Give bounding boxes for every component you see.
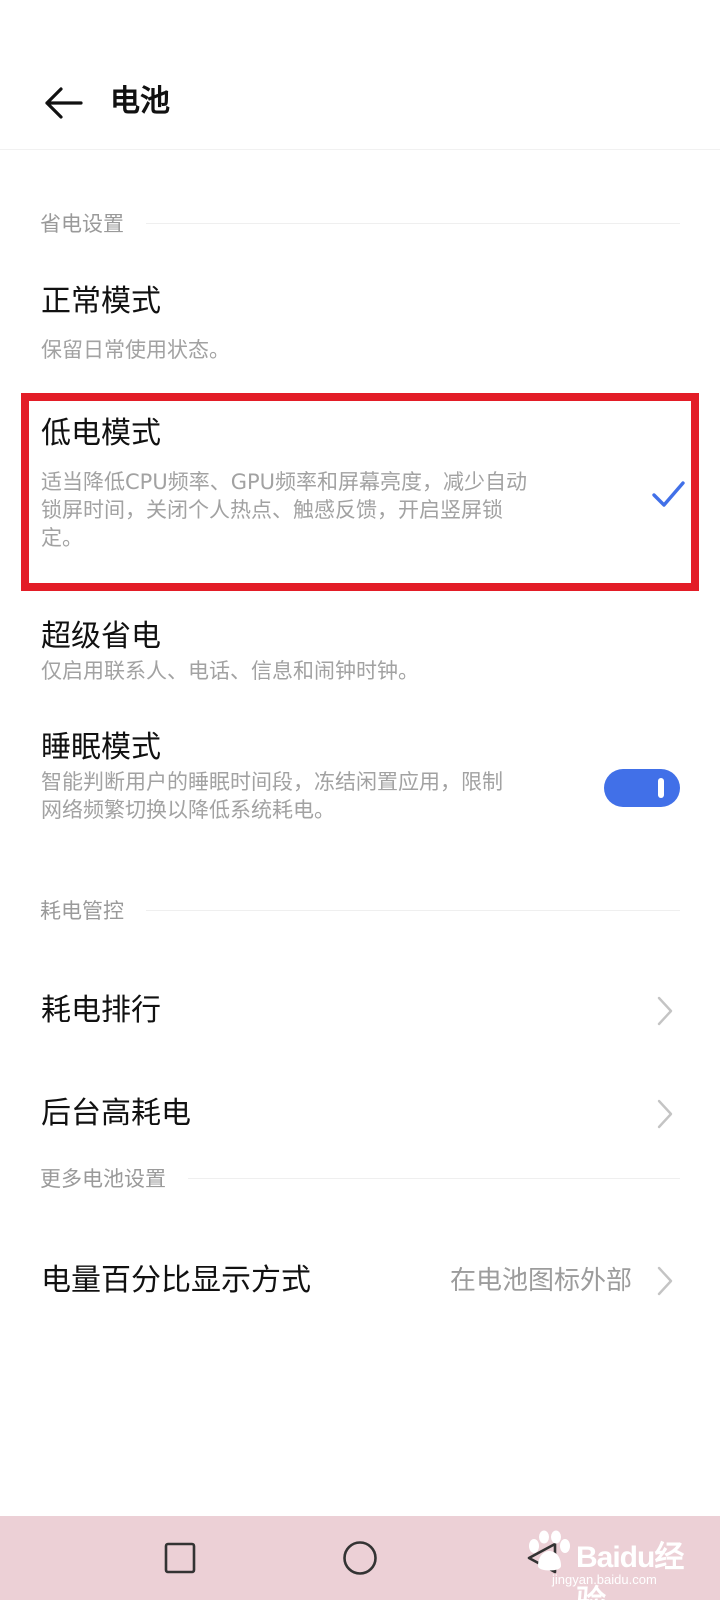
arrow-left-icon <box>45 87 83 119</box>
home-button[interactable] <box>336 1534 384 1582</box>
row-title: 耗电排行 <box>41 993 161 1028</box>
highlight-annotation-box <box>21 393 699 591</box>
mode-description: 仅启用联系人、电话、信息和闹钟时钟。 <box>41 659 419 683</box>
app-header: 电池 <box>0 0 720 150</box>
mode-title: 睡眠模式 <box>41 730 161 765</box>
mode-option-normal[interactable]: 正常模式 保留日常使用状态。 <box>0 270 720 380</box>
chevron-right-icon <box>657 1266 673 1296</box>
baidu-watermark-logo: Baidu经验 jingyan.baidu.com <box>522 1528 692 1600</box>
row-value: 在电池图标外部 <box>449 1266 632 1296</box>
mode-description: 保留日常使用状态。 <box>41 338 230 362</box>
system-navigation-bar: Baidu经验 jingyan.baidu.com <box>0 1516 720 1600</box>
section-header-more-settings: 更多电池设置 <box>40 1158 680 1198</box>
sleep-mode-toggle[interactable] <box>604 769 680 807</box>
page-title: 电池 <box>110 84 170 119</box>
row-consumption-ranking[interactable]: 耗电排行 <box>0 966 720 1056</box>
toggle-knob <box>658 778 664 798</box>
mode-description-line: 智能判断用户的睡眠时间段，冻结闲置应用，限制 <box>41 770 503 794</box>
row-title: 后台高耗电 <box>41 1096 191 1131</box>
section-divider <box>146 222 680 224</box>
chevron-right-icon <box>657 1099 673 1129</box>
section-divider <box>188 1177 680 1179</box>
watermark-subtext: jingyan.baidu.com <box>552 1572 657 1587</box>
row-background-high-consumption[interactable]: 后台高耗电 <box>0 1069 720 1159</box>
section-divider <box>146 909 680 911</box>
watermark-text: Baidu经验 <box>576 1541 684 1600</box>
square-icon <box>164 1542 196 1574</box>
row-title: 电量百分比显示方式 <box>41 1263 311 1298</box>
circle-icon <box>343 1541 377 1575</box>
chevron-right-icon <box>657 996 673 1026</box>
section-label: 耗电管控 <box>40 899 124 923</box>
section-label: 省电设置 <box>40 212 124 236</box>
row-battery-percentage-display[interactable]: 电量百分比显示方式 在电池图标外部 <box>0 1236 720 1326</box>
section-label: 更多电池设置 <box>40 1167 166 1191</box>
section-header-power-saving: 省电设置 <box>40 203 680 243</box>
mode-option-super-saving[interactable]: 超级省电 仅启用联系人、电话、信息和闹钟时钟。 <box>0 605 720 705</box>
mode-description-line: 网络频繁切换以降低系统耗电。 <box>41 798 335 822</box>
paw-icon <box>529 1530 570 1571</box>
recent-apps-button[interactable] <box>156 1534 204 1582</box>
back-button[interactable] <box>36 76 90 130</box>
mode-title: 超级省电 <box>41 619 161 654</box>
mode-title: 正常模式 <box>41 284 161 319</box>
section-header-consumption-control: 耗电管控 <box>40 890 680 930</box>
